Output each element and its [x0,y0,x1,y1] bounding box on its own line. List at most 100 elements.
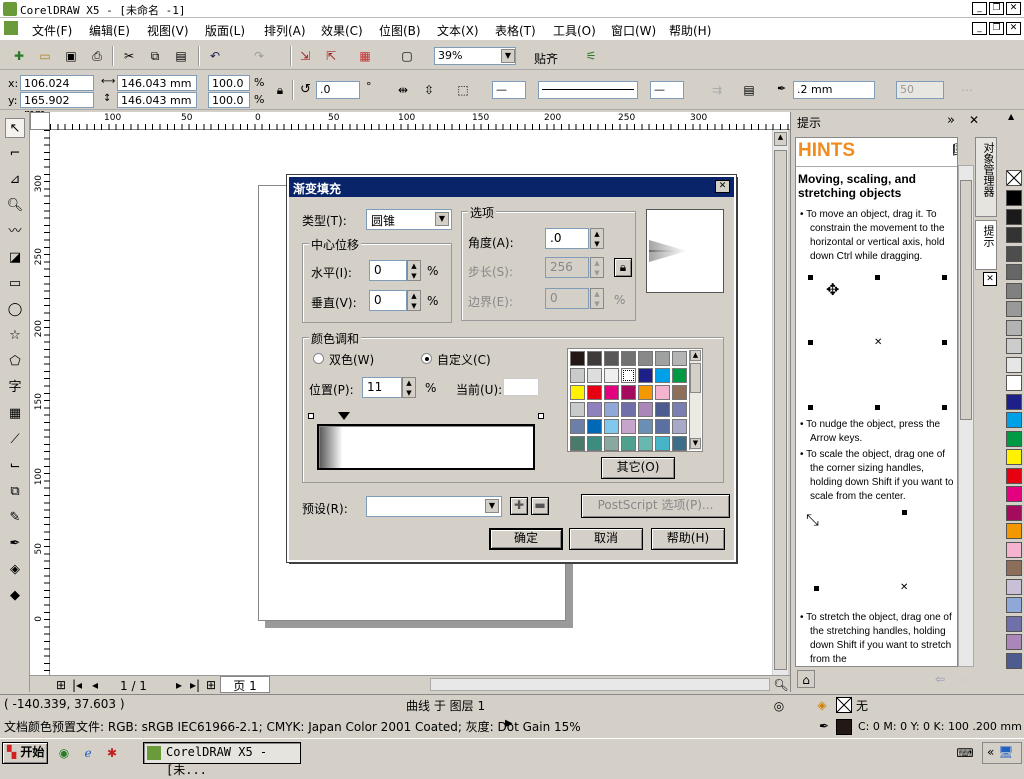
palette-swatch[interactable] [1006,264,1022,280]
menu-arrange[interactable]: 排列(A) [264,22,306,39]
color-swatch[interactable] [587,351,602,366]
palette-swatch[interactable] [1006,227,1022,243]
color-swatch[interactable] [587,368,602,383]
color-swatch[interactable] [638,402,653,417]
ruler-origin[interactable] [30,112,50,130]
horizontal-ruler[interactable]: 100 50 0 50 100 150 200 250 300 [50,112,790,130]
palette-swatch[interactable] [1006,652,1022,669]
palette-swatch[interactable] [1006,319,1022,336]
menu-view[interactable]: 视图(V) [147,22,189,39]
dimension-field[interactable]: 50 [896,81,944,99]
close-icon[interactable]: ✕ [969,113,979,127]
vertical-offset-field[interactable]: 0 [369,290,407,311]
color-point-marker[interactable] [338,412,350,420]
palette-swatch[interactable] [1006,301,1022,317]
palette-swatch[interactable] [1006,504,1022,521]
undo-icon[interactable]: ↶ [206,47,224,65]
save-icon[interactable]: ▣ [62,47,80,65]
color-swatch[interactable] [621,402,636,417]
color-swatch[interactable] [655,351,670,366]
stepper-icon[interactable]: ▲ ▼ [407,260,421,281]
color-swatch[interactable] [621,385,636,400]
fill-tool-icon[interactable]: ◈ [5,560,25,580]
snapshot-icon[interactable]: ◎ [770,697,788,715]
navigator-icon[interactable]: 🔍︎ [772,676,790,694]
freehand-tool-icon[interactable]: 〰 [5,222,25,242]
extract-icon[interactable]: ⋯ [958,81,976,99]
home-icon[interactable]: ⌂ [797,670,815,688]
palette-swatch[interactable] [1006,282,1022,299]
color-swatch[interactable] [604,419,619,434]
color-swatch[interactable] [604,368,619,383]
doc-restore-button[interactable]: ❐ [989,22,1004,35]
help-button[interactable]: 帮助(H) [651,528,725,550]
palette-swatch[interactable] [1006,615,1022,632]
book-icon[interactable]: 📖︎ [952,142,957,158]
gradient-end-marker[interactable] [538,413,544,419]
two-color-label[interactable]: 双色(W) [329,351,374,368]
color-swatch[interactable] [587,419,602,434]
chrome-icon[interactable]: ◉ [55,744,73,762]
postscript-options-button[interactable]: PostScript 选项(P)... [581,494,730,518]
menu-help[interactable]: 帮助(H) [669,22,711,39]
color-swatch[interactable] [621,419,636,434]
dimension-tool-icon[interactable]: ⟋ [5,430,25,450]
palette-swatch[interactable] [1006,541,1022,558]
palette-swatch[interactable] [1006,412,1022,428]
preset-combo[interactable] [366,496,502,517]
ok-button[interactable]: 确定 [489,528,563,550]
chevron-down-icon[interactable]: ▼ [485,499,499,513]
color-swatch[interactable] [621,351,636,366]
angle-field[interactable]: .0 [545,228,589,249]
palette-swatch[interactable] [1006,634,1022,650]
position-field[interactable]: 11 [362,377,402,398]
start-arrow-combo[interactable]: — [492,81,526,99]
color-swatch[interactable] [570,436,585,451]
close-curve-icon[interactable]: ⬚ [454,81,472,99]
redo-icon[interactable]: ↷ [250,47,268,65]
interactive-fill-icon[interactable]: ◆ [5,586,25,606]
edge-pad-field[interactable]: 0 [545,288,589,309]
hints-scrollbar[interactable] [958,165,974,667]
custom-radio[interactable] [421,353,432,364]
palette-swatch[interactable] [1006,560,1022,576]
color-swatch[interactable] [672,385,687,400]
restore-button[interactable]: ❐ [989,2,1004,15]
menu-file[interactable]: 文件(F) [32,22,72,39]
palette-swatch[interactable] [1006,430,1022,447]
scroll-thumb[interactable] [960,180,972,420]
text-wrap-icon[interactable]: ⇉ [708,81,726,99]
y-position-field[interactable]: 165.902 mm [20,92,94,120]
color-swatch[interactable] [621,436,636,451]
collapse-icon[interactable]: » [947,113,955,128]
color-swatch[interactable] [672,402,687,417]
color-swatch[interactable] [587,402,602,417]
rectangle-tool-icon[interactable]: ▭ [5,274,25,294]
ellipse-tool-icon[interactable]: ◯ [5,300,25,320]
paste-icon[interactable]: ▤ [172,47,190,65]
add-preset-button[interactable]: ✚ [510,497,528,515]
color-swatch[interactable] [638,436,653,451]
palette-swatch[interactable] [1006,245,1022,262]
scroll-thumb[interactable] [774,150,787,670]
menu-table[interactable]: 表格(T) [495,22,536,39]
palette-swatch[interactable] [1006,190,1022,206]
color-swatch[interactable] [570,402,585,417]
palette-swatch[interactable] [1006,486,1022,502]
cut-icon[interactable]: ✂ [120,47,138,65]
palette-swatch[interactable] [1006,375,1022,391]
color-swatch[interactable] [655,419,670,434]
vertical-scrollbar[interactable]: ▲ [772,130,788,675]
color-swatch[interactable] [604,385,619,400]
palette-swatch[interactable] [1006,523,1022,539]
palette-swatch[interactable] [1006,578,1022,595]
polygon-tool-icon[interactable]: ☆ [5,326,25,346]
color-swatch[interactable] [570,368,585,383]
scale-width-field[interactable]: 100.0 [208,75,250,91]
snap-to-label[interactable]: 贴齐 [534,50,558,67]
close-icon[interactable]: ✕ [983,272,997,286]
print-icon[interactable]: ⎙ [88,47,106,65]
color-swatch[interactable] [587,436,602,451]
outline-tool-icon[interactable]: ✒ [5,534,25,554]
welcome-icon[interactable]: ▢ [398,47,416,65]
